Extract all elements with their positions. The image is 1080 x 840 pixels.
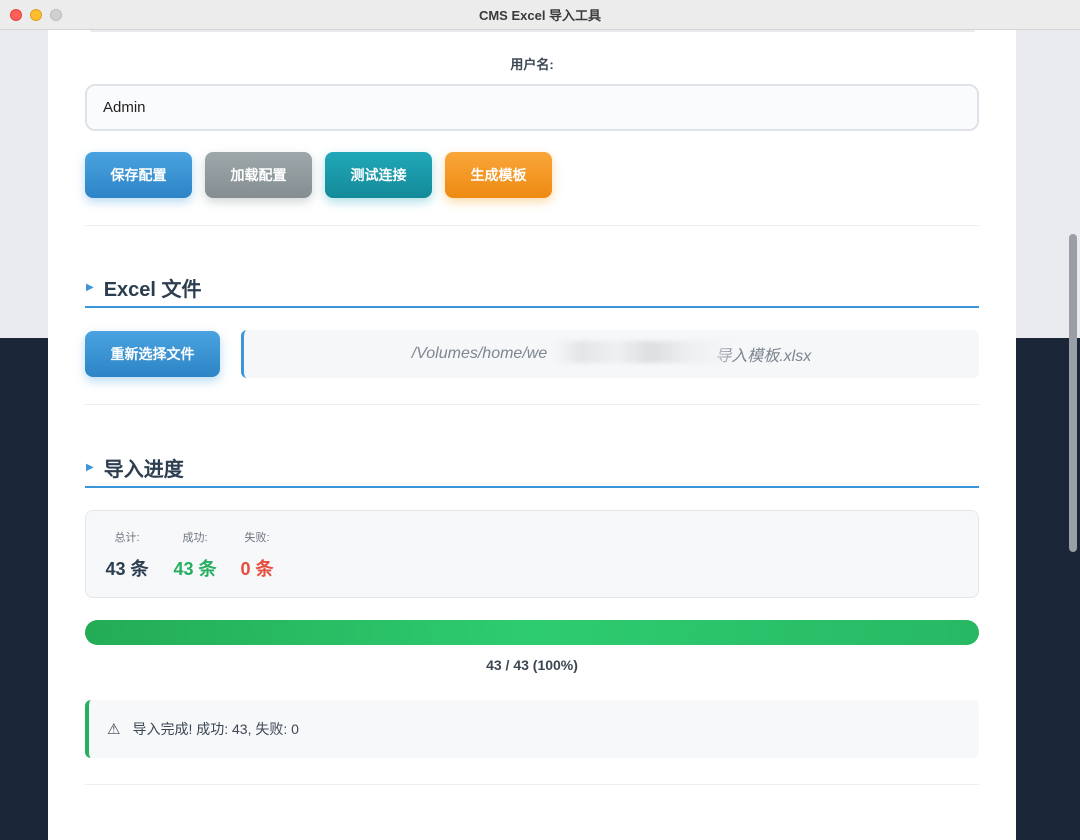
alert-text: 导入完成! 成功: 43, 失败: 0 [132, 721, 299, 737]
collapse-triangle-icon: ▶ [86, 281, 94, 293]
stat-success-label: 成功: [182, 532, 208, 544]
generate-template-button[interactable]: 生成模板 [445, 152, 552, 198]
divider [85, 404, 979, 405]
window-title: CMS Excel 导入工具 [478, 8, 602, 23]
divider [85, 784, 979, 785]
stat-failed-label: 失败: [244, 532, 270, 544]
stat-total: 总计: 43 条 [102, 529, 152, 581]
excel-section-title: Excel 文件 [103, 278, 202, 301]
zoom-window-button[interactable] [50, 9, 62, 21]
close-window-button[interactable] [10, 9, 22, 21]
window-titlebar: CMS Excel 导入工具 [0, 0, 1080, 30]
username-value: Admin [103, 99, 146, 116]
progress-section-header[interactable]: ▶ 导入进度 [85, 448, 979, 488]
stat-success: 成功: 43 条 [170, 529, 220, 581]
card-top-divider [90, 30, 975, 32]
warning-icon: ⚠ [107, 721, 121, 738]
divider [85, 225, 979, 226]
scrollbar-thumb[interactable] [1069, 234, 1077, 552]
progress-text: 43 / 43 (100%) [486, 657, 578, 673]
stat-failed: 失败: 0 条 [232, 529, 282, 581]
save-config-button[interactable]: 保存配置 [85, 152, 192, 198]
username-input[interactable]: Admin [85, 84, 979, 131]
collapse-triangle-icon: ▶ [86, 461, 94, 473]
reselect-file-button[interactable]: 重新选择文件 [85, 331, 220, 377]
redacted-path-blur [555, 341, 730, 363]
minimize-window-button[interactable] [30, 9, 42, 21]
stat-total-label: 总计: [114, 532, 140, 544]
stat-success-value: 43 条 [173, 559, 217, 579]
import-complete-alert: ⚠ 导入完成! 成功: 43, 失败: 0 [85, 700, 979, 758]
import-progress-bar [85, 620, 979, 645]
progress-section-title: 导入进度 [103, 458, 184, 481]
stats-panel: 总计: 43 条 成功: 43 条 失败: 0 条 [85, 510, 979, 598]
file-path-start: /Volumes/home/we [411, 345, 548, 362]
load-config-button[interactable]: 加载配置 [205, 152, 312, 198]
stat-total-value: 43 条 [105, 559, 149, 579]
test-connection-button[interactable]: 测试连接 [325, 152, 432, 198]
username-label: 用户名: [510, 57, 554, 72]
excel-section-header[interactable]: ▶ Excel 文件 [85, 268, 979, 308]
stat-failed-value: 0 条 [240, 559, 274, 579]
window-controls [10, 9, 62, 21]
